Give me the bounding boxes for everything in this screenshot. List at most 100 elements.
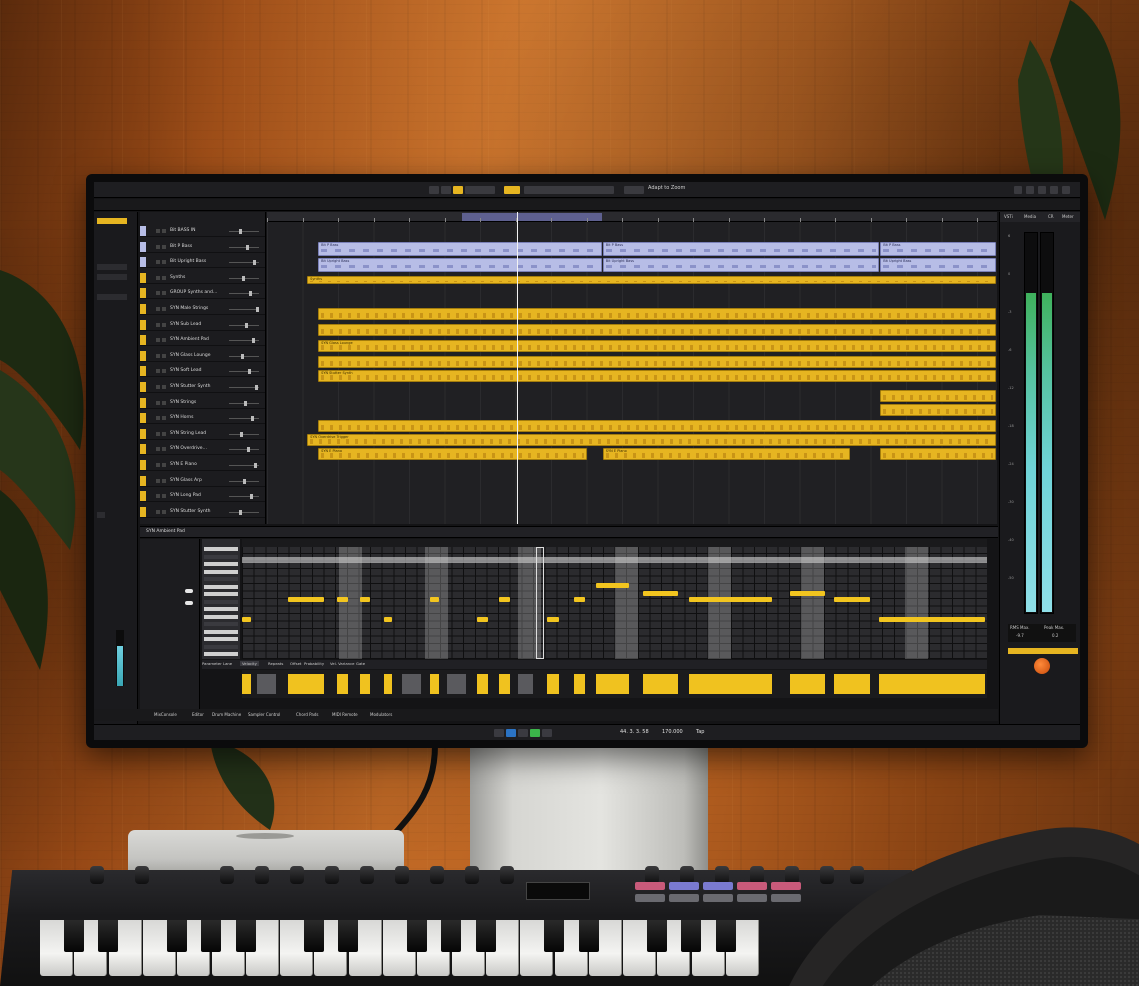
- velocity-bar[interactable]: [402, 674, 421, 694]
- mute-button[interactable]: [156, 463, 160, 467]
- solo-button[interactable]: [162, 322, 166, 327]
- tab-cr[interactable]: CR: [1048, 214, 1054, 219]
- keyboard-knob[interactable]: [290, 866, 304, 884]
- velocity-bar[interactable]: [547, 674, 559, 694]
- lower-zone-tab[interactable]: MIDI Remote: [332, 712, 358, 717]
- pattern-step[interactable]: [383, 617, 393, 622]
- velocity-bar[interactable]: [595, 674, 630, 694]
- track-volume-fader[interactable]: [229, 416, 259, 422]
- mute-button[interactable]: [156, 431, 160, 436]
- fader-handle[interactable]: [248, 369, 251, 375]
- mute-button[interactable]: [156, 400, 160, 405]
- velocity-lane[interactable]: [242, 670, 987, 698]
- fader-handle[interactable]: [249, 291, 252, 297]
- record-button[interactable]: [542, 729, 552, 737]
- velocity-bar[interactable]: [359, 674, 371, 694]
- lower-zone-tab[interactable]: Editor: [192, 712, 204, 717]
- pattern-row-key[interactable]: [204, 644, 238, 649]
- tab-media[interactable]: Media: [1024, 214, 1036, 219]
- inspector-fader[interactable]: [97, 512, 105, 518]
- black-key[interactable]: [201, 920, 222, 952]
- pattern-step[interactable]: [288, 597, 324, 602]
- track-volume-fader[interactable]: [229, 463, 259, 468]
- track-row[interactable]: SYN String Lead: [140, 428, 265, 440]
- pattern-row-key[interactable]: [204, 607, 238, 611]
- track-row[interactable]: SYN Strings: [140, 397, 265, 409]
- drum-pad[interactable]: [703, 882, 733, 890]
- arrange-clip[interactable]: [880, 448, 996, 460]
- solo-button[interactable]: [162, 369, 166, 374]
- solo-button[interactable]: [162, 338, 166, 343]
- param-lane-tab[interactable]: Repeats: [268, 661, 283, 666]
- solo-button[interactable]: [162, 307, 166, 311]
- tempo-display[interactable]: 170.000: [662, 729, 683, 735]
- black-key[interactable]: [475, 920, 496, 952]
- inspector-section[interactable]: [97, 264, 127, 270]
- track-volume-fader[interactable]: [229, 229, 259, 234]
- track-volume-fader[interactable]: [229, 400, 259, 406]
- keyboard-knob[interactable]: [430, 866, 444, 884]
- drum-pad[interactable]: [635, 882, 665, 890]
- zoom-dropdown[interactable]: Adapt to Zoom: [648, 185, 685, 191]
- toggle-switch[interactable]: [185, 601, 193, 605]
- pattern-step[interactable]: [834, 597, 871, 602]
- black-key[interactable]: [64, 920, 84, 952]
- solo-button[interactable]: [162, 494, 166, 499]
- playhead[interactable]: [517, 212, 518, 524]
- play-button[interactable]: [530, 729, 540, 737]
- keyboard-knob[interactable]: [220, 866, 234, 884]
- window-button[interactable]: [1026, 186, 1034, 194]
- pattern-row-key[interactable]: [204, 569, 238, 574]
- param-lane-tab[interactable]: Probability: [304, 661, 324, 666]
- param-lane-tab[interactable]: Gate: [356, 661, 365, 666]
- toggle-switch[interactable]: [185, 589, 193, 593]
- track-row[interactable]: Synths: [140, 272, 265, 284]
- track-row[interactable]: SYN Sub Lead: [140, 319, 265, 331]
- fader-handle[interactable]: [239, 509, 242, 515]
- mute-button[interactable]: [156, 307, 160, 311]
- mute-button[interactable]: [156, 385, 160, 389]
- velocity-bar[interactable]: [689, 674, 773, 694]
- velocity-bar[interactable]: [499, 674, 511, 694]
- arrange-clip[interactable]: [318, 340, 996, 352]
- solo-button[interactable]: [162, 275, 166, 280]
- velocity-bar[interactable]: [477, 674, 488, 694]
- black-key[interactable]: [166, 920, 187, 952]
- velocity-bar[interactable]: [642, 674, 678, 694]
- solo-button[interactable]: [162, 447, 166, 452]
- drum-pad[interactable]: [669, 894, 699, 902]
- stop-button[interactable]: [518, 729, 528, 737]
- track-volume-fader[interactable]: [229, 338, 259, 344]
- track-volume-fader[interactable]: [229, 307, 259, 312]
- track-volume-fader[interactable]: [229, 353, 259, 359]
- arrange-clip[interactable]: [880, 404, 996, 416]
- velocity-bar[interactable]: [256, 674, 276, 694]
- lower-zone-tab[interactable]: Drum Machine: [212, 712, 241, 717]
- window-button[interactable]: [1014, 186, 1022, 194]
- velocity-bar[interactable]: [446, 674, 466, 694]
- track-volume-fader[interactable]: [229, 260, 259, 266]
- velocity-bar[interactable]: [288, 674, 324, 694]
- track-volume-fader[interactable]: [229, 494, 259, 500]
- output-knob[interactable]: [1034, 658, 1050, 674]
- fader-handle[interactable]: [254, 463, 257, 468]
- toolbar-button[interactable]: [429, 186, 439, 194]
- keyboard-knob[interactable]: [135, 866, 149, 884]
- track-volume-fader[interactable]: [229, 478, 259, 484]
- cycle-button[interactable]: [506, 729, 516, 737]
- pattern-step[interactable]: [642, 591, 678, 596]
- track-volume-fader[interactable]: [229, 275, 259, 281]
- arrange-clip[interactable]: Bit Upright Bass: [602, 258, 880, 272]
- position-display[interactable]: 44. 3. 3. 58: [620, 729, 649, 735]
- mute-button[interactable]: [156, 509, 160, 514]
- arrange-clip[interactable]: Bit P Bass: [318, 242, 602, 256]
- solo-button[interactable]: [162, 478, 166, 483]
- arrange-clip[interactable]: Bit Upright Bass: [318, 258, 602, 272]
- solo-button[interactable]: [162, 509, 166, 514]
- black-key[interactable]: [304, 920, 325, 952]
- pattern-row-key[interactable]: [204, 599, 238, 604]
- toolbar-button-active[interactable]: [453, 186, 463, 194]
- fader-handle[interactable]: [246, 244, 249, 250]
- arrange-clip[interactable]: [318, 420, 996, 432]
- pattern-grid[interactable]: [242, 539, 987, 659]
